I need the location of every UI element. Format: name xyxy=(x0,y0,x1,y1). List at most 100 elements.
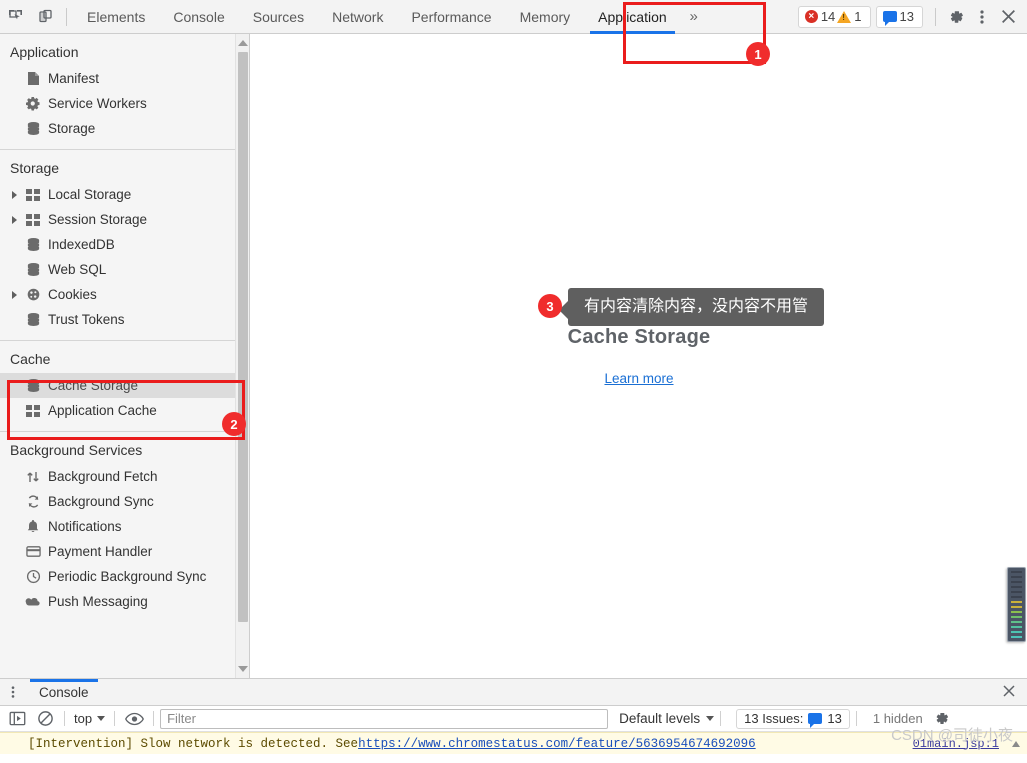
bell-icon xyxy=(24,519,42,534)
drawer-tab-label: Console xyxy=(39,684,89,700)
error-count: 14 xyxy=(820,9,836,24)
gear-icon xyxy=(24,96,42,111)
sidebar-item-manifest[interactable]: Manifest xyxy=(0,66,235,91)
cookie-icon xyxy=(24,287,42,302)
context-selector[interactable]: top xyxy=(71,711,108,726)
sidebar-item-local-storage[interactable]: Local Storage xyxy=(0,182,235,207)
sidebar-item-label: Storage xyxy=(48,121,96,136)
warning-icon xyxy=(837,10,852,23)
table-icon xyxy=(24,213,42,226)
device-toolbar-icon[interactable] xyxy=(30,3,60,31)
expand-twisty-icon[interactable] xyxy=(12,190,17,199)
sidebar-item-label: Trust Tokens xyxy=(48,312,125,327)
sidebar-scrollbar[interactable] xyxy=(235,34,249,678)
sidebar-item-trust-tokens[interactable]: Trust Tokens xyxy=(0,307,235,332)
console-toolbar-divider-4 xyxy=(720,711,722,726)
sidebar-item-session-storage[interactable]: Session Storage xyxy=(0,207,235,232)
error-icon: × xyxy=(804,10,818,23)
sidebar-item-label: Manifest xyxy=(48,71,100,86)
tab-label: Elements xyxy=(87,8,146,25)
annotation-box-cache-storage xyxy=(7,380,245,440)
annotation-tooltip: 有内容清除内容，没内容不用管 xyxy=(558,288,825,326)
expand-twisty-icon[interactable] xyxy=(12,215,17,224)
page-gauge-widget xyxy=(1007,567,1026,642)
tab-label: Sources xyxy=(252,8,305,25)
sidebar-scroll-content: Application Manifest Service Workers Sto… xyxy=(0,34,235,678)
tab-console[interactable]: Console xyxy=(159,0,238,34)
sidebar-item-service-workers[interactable]: Service Workers xyxy=(0,91,235,116)
drawer-tab-bar: Console xyxy=(0,678,1027,706)
sidebar-item-cookies[interactable]: Cookies xyxy=(0,282,235,307)
sidebar-item-label: Cookies xyxy=(48,287,97,302)
sidebar-item-label: IndexedDB xyxy=(48,237,115,252)
tab-sources[interactable]: Sources xyxy=(239,0,318,34)
tab-label: Memory xyxy=(519,8,571,25)
panel-tabs: Elements Console Sources Network Perform… xyxy=(73,0,707,34)
more-options-kebab-icon[interactable] xyxy=(969,4,995,30)
log-levels-selector[interactable]: Default levels xyxy=(619,711,715,726)
sidebar-item-payment-handler[interactable]: Payment Handler xyxy=(0,539,235,564)
inspect-cursor-icon[interactable] xyxy=(0,3,30,31)
tab-elements[interactable]: Elements xyxy=(73,0,159,34)
drawer-tab-console[interactable]: Console xyxy=(26,678,102,706)
sidebar-section-cache-title: Cache xyxy=(10,351,51,367)
sidebar-item-label: Service Workers xyxy=(48,96,147,111)
tab-network[interactable]: Network xyxy=(318,0,397,34)
close-devtools-icon[interactable] xyxy=(995,4,1021,30)
devtools-window: Elements Console Sources Network Perform… xyxy=(0,0,1027,763)
learn-more-link[interactable]: Learn more xyxy=(604,371,673,386)
sidebar-section-storage-title: Storage xyxy=(10,160,60,176)
database-icon xyxy=(24,262,42,277)
console-message-source[interactable]: 01main.jsp:1 xyxy=(913,737,999,751)
database-icon xyxy=(24,121,42,136)
console-filter-input[interactable] xyxy=(160,708,609,729)
tab-label: Console xyxy=(173,8,225,25)
devtools-toolbar: Elements Console Sources Network Perform… xyxy=(0,0,1027,34)
console-message-link[interactable]: https://www.chromestatus.com/feature/563… xyxy=(358,737,756,751)
sidebar-item-indexeddb[interactable]: IndexedDB xyxy=(0,232,235,257)
clear-console-icon[interactable] xyxy=(32,708,58,730)
live-expression-eye-icon[interactable] xyxy=(121,708,147,730)
scrollbar-thumb[interactable] xyxy=(238,52,248,622)
scroll-down-arrow-icon[interactable] xyxy=(236,662,249,676)
sidebar-item-label: Periodic Background Sync xyxy=(48,569,207,584)
issues-label: 13 Issues: xyxy=(744,711,804,726)
chevron-down-icon xyxy=(97,716,106,721)
document-icon xyxy=(24,71,42,86)
issues-button[interactable]: 13 Issues: 13 xyxy=(736,708,850,729)
sidebar-item-label: Local Storage xyxy=(48,187,132,202)
sidebar-item-background-fetch[interactable]: Background Fetch xyxy=(0,464,235,489)
console-toolbar: top Default levels 13 Issues: 13 1 hidde… xyxy=(0,706,1027,732)
expand-twisty-icon[interactable] xyxy=(12,290,17,299)
sidebar-item-notifications[interactable]: Notifications xyxy=(0,514,235,539)
sidebar-item-label: Payment Handler xyxy=(48,544,153,559)
message-icon xyxy=(882,11,897,26)
scroll-up-arrow-icon[interactable] xyxy=(236,36,249,50)
sidebar-item-label: Session Storage xyxy=(48,212,148,227)
tab-label: Performance xyxy=(411,8,492,25)
console-message-row[interactable]: [Intervention] Slow network is detected.… xyxy=(0,732,1027,754)
application-sidebar: Application Manifest Service Workers Sto… xyxy=(0,34,250,678)
settings-gear-icon[interactable] xyxy=(943,4,969,30)
annotation-step-3: 3 xyxy=(538,294,562,318)
sidebar-item-push-messaging[interactable]: Push Messaging xyxy=(0,589,235,614)
console-settings-gear-icon[interactable] xyxy=(929,708,955,730)
credit-card-icon xyxy=(24,545,42,558)
console-message-text: [Intervention] Slow network is detected.… xyxy=(28,736,359,751)
issues-badge[interactable]: 13 xyxy=(875,5,923,28)
console-toolbar-divider-3 xyxy=(153,711,155,726)
error-warning-badge[interactable]: × 14 1 xyxy=(797,5,871,28)
tab-performance[interactable]: Performance xyxy=(397,0,505,34)
warning-count: 1 xyxy=(854,9,862,24)
console-toolbar-divider-2 xyxy=(114,711,116,726)
console-scroll-arrow-icon[interactable] xyxy=(1011,738,1021,752)
tab-memory[interactable]: Memory xyxy=(506,0,585,34)
sidebar-item-storage[interactable]: Storage xyxy=(0,116,235,141)
sidebar-item-periodic-background-sync[interactable]: Periodic Background Sync xyxy=(0,564,235,589)
sidebar-item-web-sql[interactable]: Web SQL xyxy=(0,257,235,282)
sidebar-item-background-sync[interactable]: Background Sync xyxy=(0,489,235,514)
drawer-kebab-menu-icon[interactable] xyxy=(0,685,26,699)
drawer-close-icon[interactable] xyxy=(1001,683,1019,701)
execute-sidebar-icon[interactable] xyxy=(4,708,30,730)
message-count: 13 xyxy=(899,9,914,24)
